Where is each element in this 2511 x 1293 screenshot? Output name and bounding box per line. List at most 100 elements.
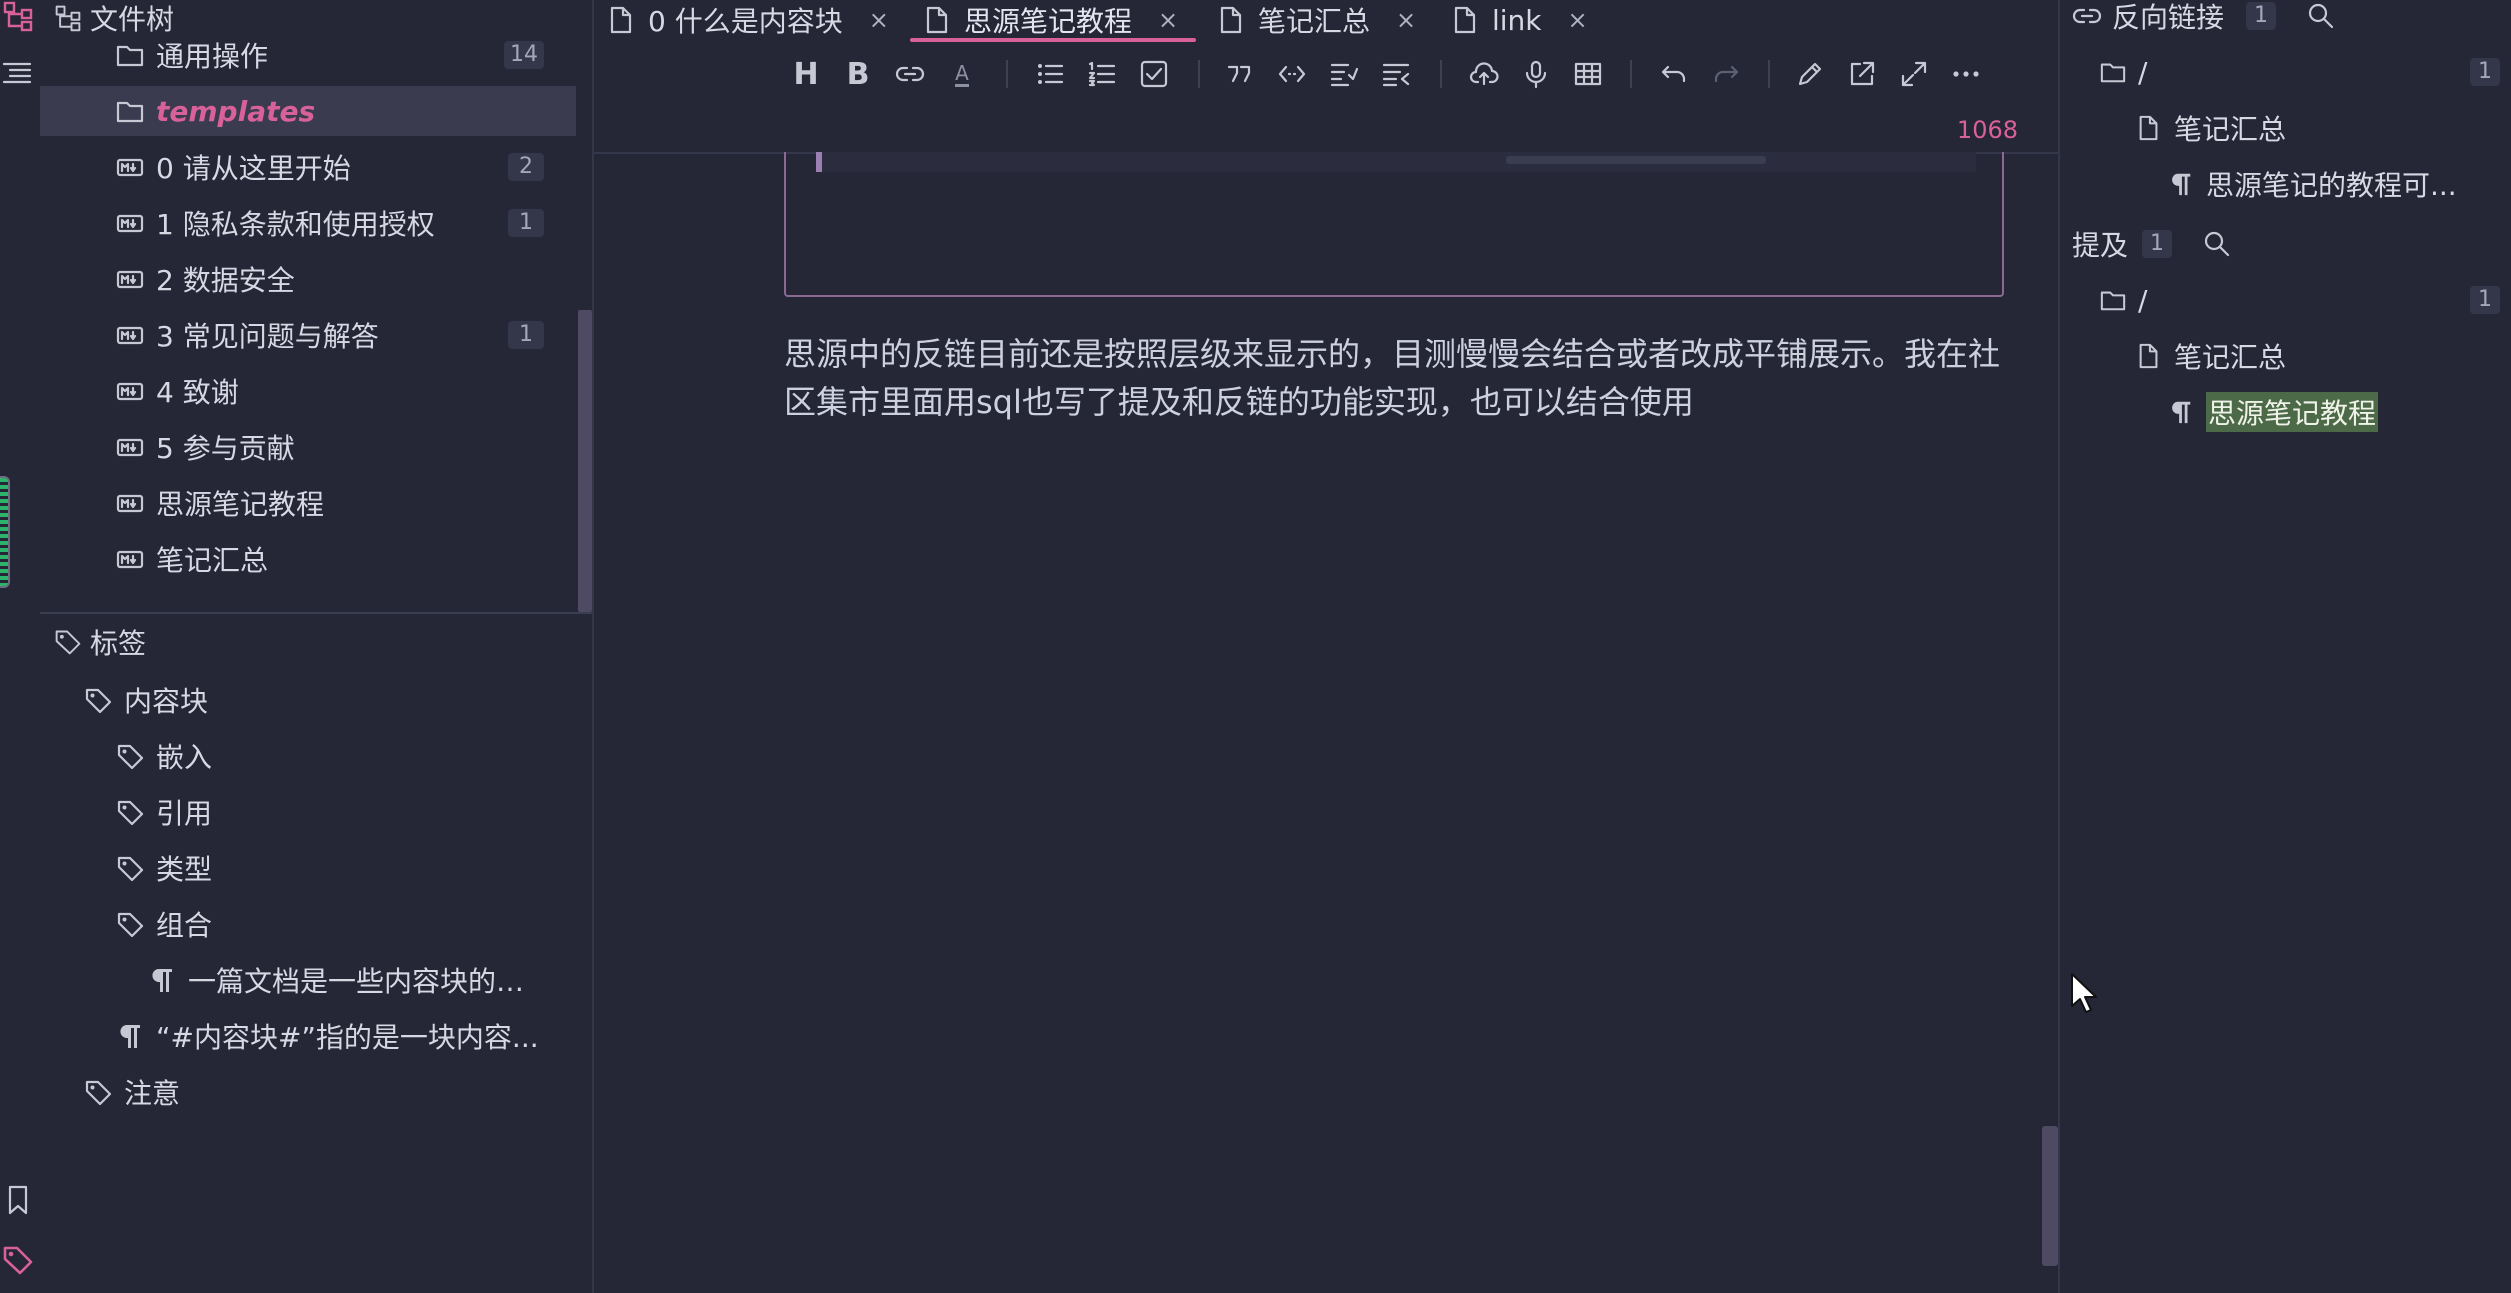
bookmark-dock-icon[interactable] xyxy=(2,1184,34,1216)
checklist-button[interactable] xyxy=(1136,56,1172,92)
doc-icon xyxy=(1454,6,1476,34)
tags-header[interactable]: 标签 xyxy=(54,624,146,660)
tag-item[interactable]: 注意 xyxy=(40,1067,576,1117)
record-button[interactable] xyxy=(1518,56,1554,92)
edit-button[interactable] xyxy=(1792,56,1828,92)
tag-item-label: 注意 xyxy=(124,1077,181,1110)
mentions-row[interactable]: 笔记汇总 xyxy=(2136,334,2490,378)
open-new-window-button[interactable] xyxy=(1844,56,1880,92)
file-tree-document[interactable]: 3 常见问题与解答 1 xyxy=(40,310,576,360)
outdent-button[interactable] xyxy=(1378,56,1414,92)
tab-label: 笔记汇总 xyxy=(1258,5,1371,38)
tag-block-item[interactable]: “#内容块#”指的是一块内容... xyxy=(40,1011,576,1061)
toolbar-separator xyxy=(1440,60,1442,88)
embed-block[interactable] xyxy=(784,152,2004,297)
tag-item[interactable]: 组合 xyxy=(40,899,576,949)
upload-button[interactable] xyxy=(1466,56,1502,92)
tab-siyuan-tutorial[interactable]: 思源笔记教程 × xyxy=(924,0,1178,40)
tab-link[interactable]: link × xyxy=(1452,0,1588,40)
backlinks-row[interactable]: /1 xyxy=(2100,50,2500,94)
file-tree-document[interactable]: 笔记汇总 xyxy=(40,534,576,584)
tab-close-button[interactable]: × xyxy=(1158,6,1178,34)
tag-item[interactable]: 嵌入 xyxy=(40,731,576,781)
file-tree-folder[interactable]: 通用操作 14 xyxy=(40,30,576,80)
editor-area: 0 什么是内容块 × 思源笔记教程 × 笔记汇总 × link × H B A xyxy=(594,0,2058,1293)
paragraph-block[interactable]: 思源中的反链目前还是按照层级来显示的，目测慢慢会结合或者改成平铺展示。我在社区集… xyxy=(784,330,2008,426)
embed-block-label xyxy=(1506,156,1766,164)
file-tree-item-count: 2 xyxy=(508,153,544,181)
left-dock xyxy=(0,0,40,1293)
active-tab-indicator xyxy=(910,38,1196,42)
more-icon xyxy=(1953,71,1979,77)
ref-label: / xyxy=(2138,283,2148,317)
file-tree-document[interactable]: 5 参与贡献 xyxy=(40,422,576,472)
tag-item-label: 组合 xyxy=(156,909,213,942)
ref-label: 思源笔记的教程可... xyxy=(2206,169,2457,202)
dock-resize-handle[interactable] xyxy=(0,476,10,588)
ordered-list-button[interactable] xyxy=(1084,56,1120,92)
link-icon xyxy=(2072,8,2102,24)
right-panel: 反向链接 1 /1 笔记汇总 思源笔记的教程可... 提及 1 /1 笔记汇总 思源笔记… xyxy=(2060,0,2511,1293)
file-tree-document[interactable]: 0 请从这里开始 2 xyxy=(40,142,576,192)
file-tree-item-label: 0 请从这里开始 xyxy=(156,152,351,185)
indent-button[interactable] xyxy=(1326,56,1362,92)
panel-divider[interactable] xyxy=(40,612,593,614)
inline-code-icon xyxy=(1278,65,1306,83)
tab-close-button[interactable]: × xyxy=(869,6,889,34)
folder-icon xyxy=(2100,63,2126,83)
mentions-row[interactable]: 思源笔记教程 xyxy=(2168,390,2490,434)
tag-item[interactable]: 类型 xyxy=(40,843,576,893)
mentions-row[interactable]: /1 xyxy=(2100,278,2500,322)
tag-block-item[interactable]: 一篇文档是一些内容块的组... xyxy=(40,955,576,1005)
backlinks-row[interactable]: 笔记汇总 xyxy=(2136,106,2490,150)
fullscreen-button[interactable] xyxy=(1896,56,1932,92)
more-button[interactable] xyxy=(1948,56,1984,92)
open-new-window-icon xyxy=(1850,61,1875,86)
inline-code-button[interactable] xyxy=(1274,56,1310,92)
markdown-doc-icon xyxy=(116,270,144,289)
tag-item-label: 引用 xyxy=(156,797,213,830)
tag-icon xyxy=(117,912,144,938)
tab-label: link xyxy=(1492,3,1542,37)
quote-button[interactable] xyxy=(1222,56,1258,92)
file-tree-document[interactable]: 思源笔记教程 xyxy=(40,478,576,528)
search-icon[interactable] xyxy=(2306,1,2336,31)
fullscreen-icon xyxy=(1901,61,1927,87)
table-icon xyxy=(1574,62,1602,86)
heading-button[interactable]: H xyxy=(788,56,824,92)
bold-button[interactable]: B xyxy=(840,56,876,92)
file-tree-document[interactable]: 2 数据安全 xyxy=(40,254,576,304)
ref-count: 1 xyxy=(2470,58,2500,86)
tab-notes-summary[interactable]: 笔记汇总 × xyxy=(1218,0,1416,40)
outline-dock-icon[interactable] xyxy=(2,58,34,90)
font-color-button[interactable]: A xyxy=(944,56,980,92)
heading-icon: H xyxy=(793,56,819,92)
bullet-list-button[interactable] xyxy=(1032,56,1068,92)
search-icon[interactable] xyxy=(2202,229,2232,259)
tab-close-button[interactable]: × xyxy=(1568,6,1588,34)
table-button[interactable] xyxy=(1570,56,1606,92)
embed-block-content xyxy=(816,152,1976,172)
undo-icon xyxy=(1661,65,1686,83)
file-tree-item-label: 5 参与贡献 xyxy=(156,432,295,465)
backlinks-row[interactable]: 思源笔记的教程可... xyxy=(2168,162,2490,206)
file-tree-scrollbar[interactable] xyxy=(578,310,592,612)
file-tree-document[interactable]: 1 隐私条款和使用授权 1 xyxy=(40,198,576,248)
tab-label: 0 什么是内容块 xyxy=(648,5,843,38)
tag-item[interactable]: 内容块 xyxy=(40,675,576,725)
redo-button[interactable] xyxy=(1708,56,1744,92)
tab-close-button[interactable]: × xyxy=(1396,6,1416,34)
tag-item[interactable]: 引用 xyxy=(40,787,576,837)
tab-0-what-is-content-block[interactable]: 0 什么是内容块 × xyxy=(608,0,889,40)
undo-button[interactable] xyxy=(1656,56,1692,92)
file-tree-folder[interactable]: templates xyxy=(40,86,576,136)
toolbar-separator xyxy=(1198,60,1200,88)
highlighted-mention-text: 思源笔记教程 xyxy=(2206,392,2379,432)
file-tree-item-label: 通用操作 xyxy=(156,40,269,73)
link-button[interactable] xyxy=(892,56,928,92)
file-tree-dock-icon[interactable] xyxy=(2,0,34,32)
markdown-doc-icon xyxy=(116,326,144,345)
tag-dock-icon[interactable] xyxy=(2,1244,34,1276)
file-tree-document[interactable]: 4 致谢 xyxy=(40,366,576,416)
editor-scrollbar[interactable] xyxy=(2042,1126,2058,1266)
